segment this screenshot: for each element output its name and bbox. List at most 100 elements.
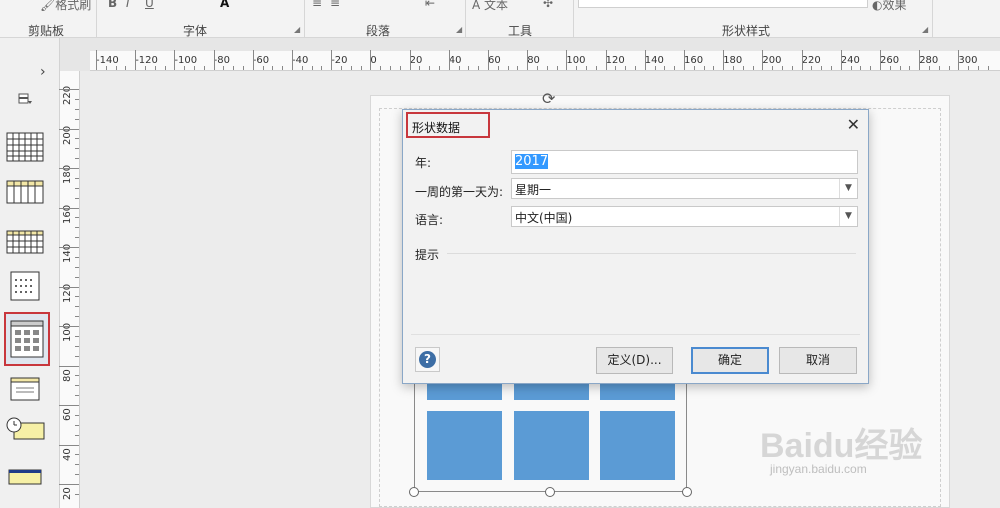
ruler-tick xyxy=(488,50,489,70)
chevron-down-icon[interactable]: ▼ xyxy=(839,179,857,198)
group-tools-label: 工具 xyxy=(508,24,533,38)
underline-button[interactable]: U xyxy=(145,0,154,10)
divider xyxy=(411,334,860,335)
ruler-tick-label: 120 xyxy=(605,55,625,66)
first-day-select[interactable]: 星期一 ▼ xyxy=(511,178,858,199)
chevron-right-icon[interactable]: › xyxy=(40,64,46,80)
ruler-tick xyxy=(360,66,362,70)
divider xyxy=(932,0,933,38)
shape-styles-dialog-launcher-icon[interactable]: ◢ xyxy=(922,25,928,34)
calendar-note-shape[interactable] xyxy=(4,372,46,408)
italic-button[interactable]: I xyxy=(126,0,130,10)
calendar-event-bar-shape[interactable] xyxy=(4,460,46,496)
ruler-tick xyxy=(75,276,79,278)
shapes-icon[interactable] xyxy=(18,93,34,107)
ruler-tick xyxy=(301,66,303,70)
font-dialog-launcher-icon[interactable]: ◢ xyxy=(294,25,300,34)
ruler-tick xyxy=(713,66,715,70)
ruler-tick xyxy=(75,316,79,318)
ruler-tick xyxy=(380,66,382,70)
ruler-tick xyxy=(154,66,156,70)
ruler-tick xyxy=(213,50,215,70)
ruler-tick xyxy=(125,66,127,70)
ruler-tick xyxy=(194,66,195,70)
ruler-tick xyxy=(75,148,79,150)
ruler-tick xyxy=(468,66,470,70)
ruler-tick xyxy=(782,66,783,70)
group-clipboard-label: 剪贴板 xyxy=(28,24,65,38)
effects-button[interactable]: ◐效果 xyxy=(872,0,907,13)
ruler-tick xyxy=(684,50,685,70)
close-icon[interactable]: ✕ xyxy=(847,115,860,134)
ruler-tick xyxy=(791,66,793,70)
resize-handle[interactable] xyxy=(545,487,555,497)
calendar-day-shape[interactable] xyxy=(4,268,46,304)
ruler-tick xyxy=(75,464,79,466)
ruler-tick xyxy=(664,66,666,70)
ruler-tick xyxy=(321,66,323,70)
ruler-tick xyxy=(801,50,803,70)
ruler-tick xyxy=(75,335,79,337)
define-button[interactable]: 定义(D)... xyxy=(596,347,673,374)
vertical-ruler: 220 200 180 160 140 120 100 80 60 40 20 xyxy=(59,71,80,508)
ruler-tick-label: 300 xyxy=(958,55,978,66)
ruler-tick xyxy=(595,66,597,70)
calendar-multi-week-shape[interactable] xyxy=(4,225,46,261)
align-left-button[interactable]: ≡ xyxy=(312,0,322,10)
resize-handle[interactable] xyxy=(409,487,419,497)
align-center-button[interactable]: ≡ xyxy=(330,0,340,10)
ruler-tick xyxy=(517,66,519,70)
ruler-tick xyxy=(507,66,509,70)
ruler-tick xyxy=(59,247,79,248)
ruler-tick xyxy=(331,50,333,70)
calendar-timed-event-shape[interactable] xyxy=(4,413,46,449)
paragraph-dialog-launcher-icon[interactable]: ◢ xyxy=(456,25,462,34)
ruler-tick xyxy=(75,306,79,308)
connection-point-icon[interactable]: ✣ xyxy=(543,0,553,10)
calendar-week-shape[interactable] xyxy=(4,174,46,210)
language-select[interactable]: 中文(中国) ▼ xyxy=(511,206,858,227)
font-color-button[interactable]: A xyxy=(220,0,229,10)
ruler-tick-label: 220 xyxy=(801,55,821,66)
ruler-tick xyxy=(693,66,695,70)
ruler-tick xyxy=(59,168,79,169)
baidu-watermark: Baidu经验 jingyan.baidu.com xyxy=(760,400,960,500)
year-field[interactable]: 2017 xyxy=(511,150,858,174)
bold-button[interactable]: B xyxy=(108,0,117,10)
format-painter-button[interactable]: 🖌格式刷 xyxy=(40,0,91,13)
ok-button[interactable]: 确定 xyxy=(691,347,769,374)
cancel-button[interactable]: 取消 xyxy=(779,347,857,374)
help-button[interactable]: ? xyxy=(415,347,440,372)
rotate-handle-icon[interactable]: ⟳ xyxy=(542,89,555,108)
ruler-tick xyxy=(75,395,79,397)
calendar-year-shape-selected[interactable] xyxy=(4,312,50,366)
ruler-tick-label: 60 xyxy=(62,408,73,421)
ruler-tick xyxy=(742,66,744,70)
language-value: 中文(中国) xyxy=(515,211,573,225)
language-label: 语言: xyxy=(415,213,444,227)
indent-button[interactable]: ⇤ xyxy=(425,0,435,10)
style-gallery[interactable] xyxy=(578,0,868,8)
ruler-tick-label: 20 xyxy=(62,487,73,500)
ruler-tick-label: -100 xyxy=(174,55,198,66)
ruler-tick xyxy=(870,66,872,70)
ruler-tick xyxy=(311,66,313,70)
text-tool-button[interactable]: A 文本 xyxy=(472,0,508,13)
watermark-url: jingyan.baidu.com xyxy=(770,462,867,476)
resize-handle[interactable] xyxy=(682,487,692,497)
ruler-tick xyxy=(350,66,352,70)
ruler-tick xyxy=(586,66,587,70)
ruler-tick xyxy=(880,50,881,70)
ruler-tick xyxy=(59,128,79,130)
year-label: 年: xyxy=(415,156,432,170)
chevron-down-icon[interactable]: ▼ xyxy=(839,207,857,226)
calendar-month-shape[interactable] xyxy=(4,129,46,165)
ruler-tick xyxy=(370,50,372,70)
ruler-tick xyxy=(75,108,79,110)
ruler-tick xyxy=(497,66,499,70)
ruler-tick xyxy=(75,197,79,199)
ruler-tick xyxy=(889,66,891,70)
ruler-tick-label: 260 xyxy=(880,55,900,66)
ruler-tick xyxy=(233,66,235,70)
ruler-tick xyxy=(840,50,842,70)
